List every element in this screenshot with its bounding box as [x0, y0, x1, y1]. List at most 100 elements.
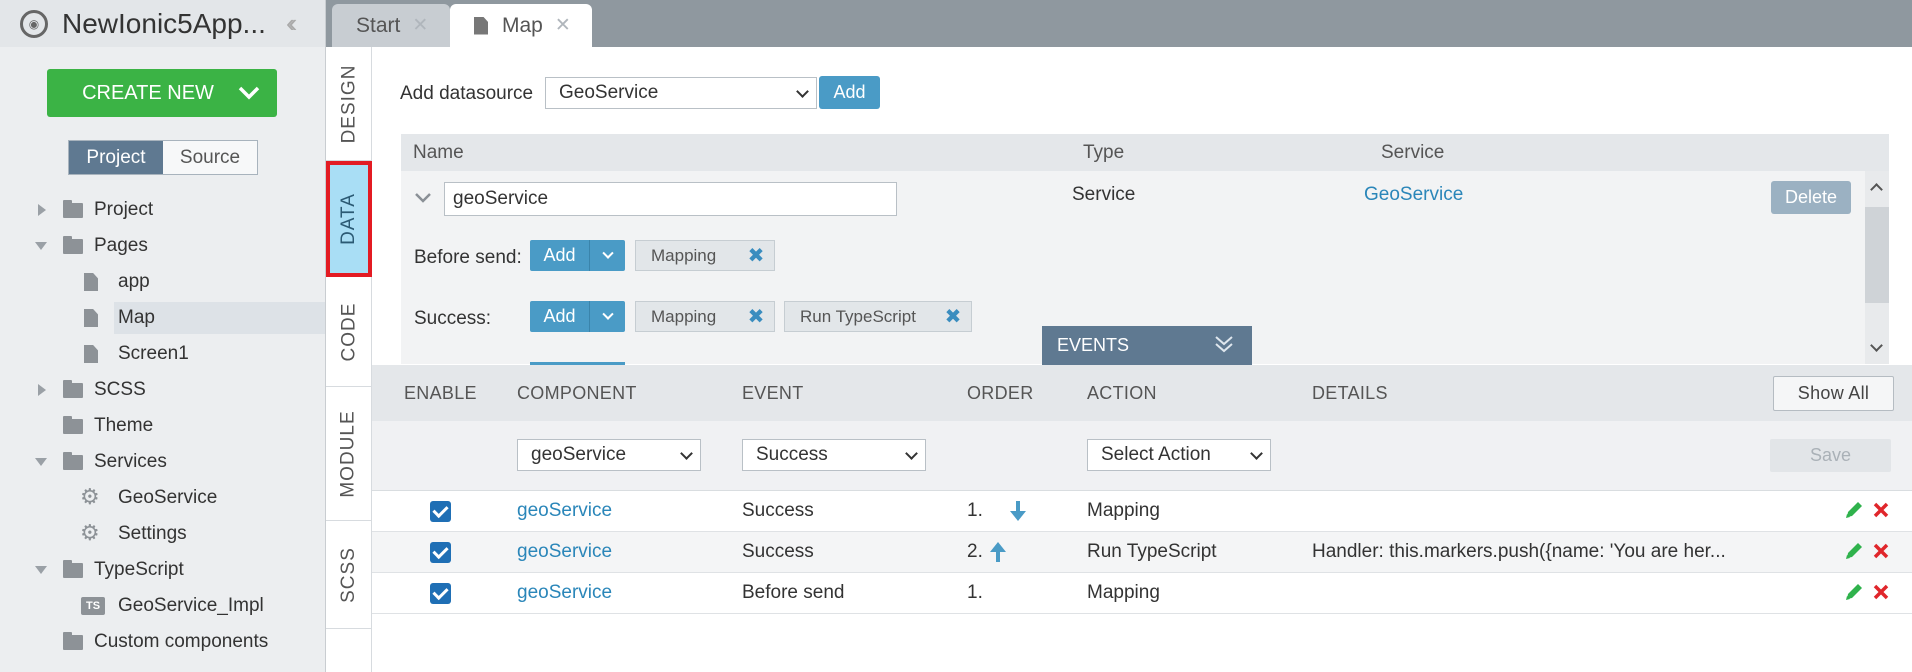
- event-component-link[interactable]: geoService: [517, 541, 612, 563]
- tab-map[interactable]: Map ✕: [450, 4, 592, 47]
- delete-icon[interactable]: [1872, 541, 1890, 561]
- tree-item-geoservice[interactable]: ⚙ GeoService: [0, 480, 325, 516]
- gear-icon: ⚙: [80, 484, 100, 509]
- column-header-event: EVENT: [742, 383, 804, 403]
- tree-item-label: SCSS: [94, 379, 146, 400]
- folder-icon: [63, 200, 83, 218]
- vtab-data[interactable]: DATA: [326, 161, 372, 277]
- tree-item-pages[interactable]: Pages: [0, 228, 325, 264]
- collapse-arrow-icon[interactable]: [35, 242, 47, 250]
- save-button[interactable]: Save: [1770, 439, 1891, 472]
- success-add-split-button[interactable]: Add: [530, 301, 625, 332]
- tree-item-geoservice-impl[interactable]: TS GeoService_Impl: [0, 588, 325, 624]
- column-header-type: Type: [1083, 142, 1125, 163]
- sidebar-header: ◉ NewIonic5App... ‹‹: [0, 0, 325, 47]
- datasource-service-link[interactable]: GeoService: [1364, 184, 1463, 206]
- column-header-order: ORDER: [967, 383, 1034, 403]
- remove-icon[interactable]: ✖: [738, 241, 774, 270]
- datasource-scrollbar[interactable]: [1865, 171, 1889, 364]
- before-send-add-split-button[interactable]: Add: [530, 240, 625, 271]
- events-panel-toggle[interactable]: EVENTS: [1042, 326, 1252, 365]
- table-row: geoService Success 2. Run TypeScript Han…: [372, 532, 1912, 573]
- tab-start[interactable]: Start ✕: [332, 4, 450, 47]
- tree-item-typescript[interactable]: TypeScript: [0, 552, 325, 588]
- edit-pencil-icon[interactable]: [1844, 541, 1864, 561]
- event-action: Mapping: [1087, 500, 1160, 521]
- scroll-down-icon[interactable]: [1870, 339, 1883, 352]
- collapse-arrow-icon[interactable]: [35, 458, 47, 466]
- tree-item-services[interactable]: Services: [0, 444, 325, 480]
- vtab-code[interactable]: CODE: [326, 277, 372, 387]
- create-new-button[interactable]: CREATE NEW: [47, 69, 277, 117]
- tree-item-label: Settings: [118, 523, 187, 544]
- before-send-add-button[interactable]: Add: [530, 240, 590, 271]
- tree-item-settings[interactable]: ⚙ Settings: [0, 516, 325, 552]
- expand-arrow-icon[interactable]: [38, 384, 46, 396]
- tree-item-theme[interactable]: Theme: [0, 408, 325, 444]
- vtab-design[interactable]: DESIGN: [326, 47, 372, 161]
- event-component-link[interactable]: geoService: [517, 582, 612, 604]
- enable-checkbox[interactable]: [430, 583, 451, 604]
- arrow-down-icon[interactable]: [1008, 500, 1028, 522]
- collapse-sidebar-icon[interactable]: ‹‹: [286, 8, 298, 39]
- show-all-button[interactable]: Show All: [1773, 376, 1894, 411]
- edit-pencil-icon[interactable]: [1844, 582, 1864, 602]
- enable-checkbox[interactable]: [430, 542, 451, 563]
- tree-item-project[interactable]: Project: [0, 192, 325, 228]
- component-filter-value: geoService: [531, 444, 627, 465]
- event-component-link[interactable]: geoService: [517, 500, 612, 522]
- tree-item-scss[interactable]: SCSS: [0, 372, 325, 408]
- close-icon[interactable]: ✕: [412, 14, 428, 37]
- vtab-label: MODULE: [338, 409, 360, 498]
- datasource-select[interactable]: GeoService: [545, 77, 817, 109]
- folder-icon: [63, 236, 83, 254]
- tree-item-app[interactable]: app: [0, 264, 325, 300]
- vtab-scss[interactable]: SCSS: [326, 521, 372, 629]
- remove-icon[interactable]: ✖: [738, 302, 774, 331]
- scroll-thumb[interactable]: [1865, 207, 1889, 303]
- delete-datasource-button[interactable]: Delete: [1771, 181, 1851, 214]
- arrow-up-icon[interactable]: [988, 541, 1008, 563]
- tree-item-map[interactable]: Map: [0, 300, 325, 336]
- add-datasource-button[interactable]: Add: [819, 76, 880, 109]
- success-chip-mapping: Mapping ✖: [635, 301, 775, 332]
- event-filter-select[interactable]: Success: [742, 439, 926, 471]
- segment-source[interactable]: Source: [163, 141, 257, 174]
- chevron-down-icon[interactable]: [414, 191, 432, 205]
- close-icon[interactable]: ✕: [555, 14, 571, 37]
- remove-icon[interactable]: ✖: [935, 302, 971, 331]
- chevron-down-icon: [1250, 447, 1263, 460]
- success-add-button[interactable]: Add: [530, 301, 590, 332]
- tree-item-screen1[interactable]: Screen1: [0, 336, 325, 372]
- chevron-down-icon[interactable]: [235, 78, 263, 106]
- chevron-down-icon: [601, 308, 614, 320]
- tree-item-label: Theme: [94, 415, 154, 436]
- events-filter-row: geoService Success Select Action Save: [372, 421, 1912, 491]
- expand-arrow-icon[interactable]: [38, 204, 46, 216]
- collapse-arrow-icon[interactable]: [35, 566, 47, 574]
- column-header-component: COMPONENT: [517, 383, 637, 403]
- event-details: Handler: this.markers.push({name: 'You a…: [1312, 541, 1726, 562]
- page-icon: [84, 345, 98, 363]
- event-order: 2.: [967, 541, 983, 562]
- vtab-label: DATA: [338, 192, 360, 245]
- vtab-module[interactable]: MODULE: [326, 387, 372, 521]
- event-order: 1.: [967, 582, 983, 603]
- segment-project[interactable]: Project: [69, 141, 163, 174]
- page-icon: [474, 16, 488, 35]
- edit-pencil-icon[interactable]: [1844, 500, 1864, 520]
- vtab-label: DESIGN: [338, 64, 360, 143]
- datasource-name-input[interactable]: geoService: [444, 182, 897, 216]
- delete-icon[interactable]: [1872, 582, 1890, 602]
- scroll-up-icon[interactable]: [1870, 183, 1883, 196]
- events-table-header: ENABLE COMPONENT EVENT ORDER ACTION DETA…: [372, 365, 1912, 421]
- enable-checkbox[interactable]: [430, 501, 451, 522]
- action-select[interactable]: Select Action: [1087, 439, 1271, 471]
- column-header-enable: ENABLE: [404, 383, 477, 403]
- before-send-add-dropdown[interactable]: [590, 240, 625, 271]
- delete-icon[interactable]: [1872, 500, 1890, 520]
- tree-item-custom-components[interactable]: Custom components: [0, 624, 325, 660]
- component-filter-select[interactable]: geoService: [517, 439, 701, 471]
- success-add-dropdown[interactable]: [590, 301, 625, 332]
- chevron-down-icon: [905, 447, 918, 460]
